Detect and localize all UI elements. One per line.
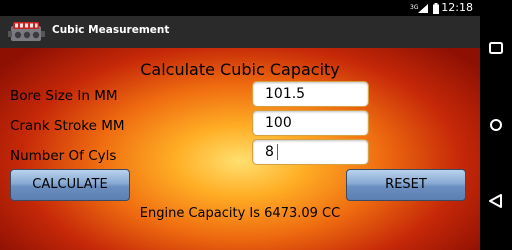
app-title: Cubic Measurement	[52, 24, 170, 36]
cylinders-input[interactable]	[252, 139, 369, 165]
signal-icon: 3G	[410, 4, 428, 13]
text-cursor	[277, 144, 278, 160]
bore-size-label: Bore Size In MM	[10, 88, 118, 104]
engine-capacity-result: Engine Capacity Is 6473.09 CC	[139, 206, 341, 221]
phone-screen: 3G 12:18 Cubic Measurement Calculate Cub…	[0, 0, 480, 250]
reset-button[interactable]: RESET	[346, 169, 466, 201]
home-icon[interactable]	[486, 118, 506, 132]
calculator-form: Calculate Cubic Capacity Bore Size In MM…	[0, 48, 480, 250]
recent-apps-icon[interactable]	[486, 41, 506, 55]
cylinders-label: Number Of Cyls	[10, 148, 117, 164]
form-heading: Calculate Cubic Capacity	[140, 60, 340, 79]
engine-icon[interactable]	[8, 19, 46, 45]
status-time: 12:18	[441, 1, 473, 14]
crank-stroke-input[interactable]	[252, 110, 369, 136]
calculate-button[interactable]: CALCULATE	[10, 169, 130, 201]
back-icon[interactable]	[486, 194, 506, 208]
action-bar: Cubic Measurement	[0, 16, 480, 48]
status-bar: 3G 12:18	[0, 0, 480, 16]
navigation-bar	[480, 0, 512, 250]
battery-icon	[433, 3, 439, 14]
crank-stroke-label: Crank Stroke MM	[10, 118, 125, 134]
bore-size-input[interactable]	[252, 81, 369, 107]
network-type-label: 3G	[410, 4, 419, 11]
